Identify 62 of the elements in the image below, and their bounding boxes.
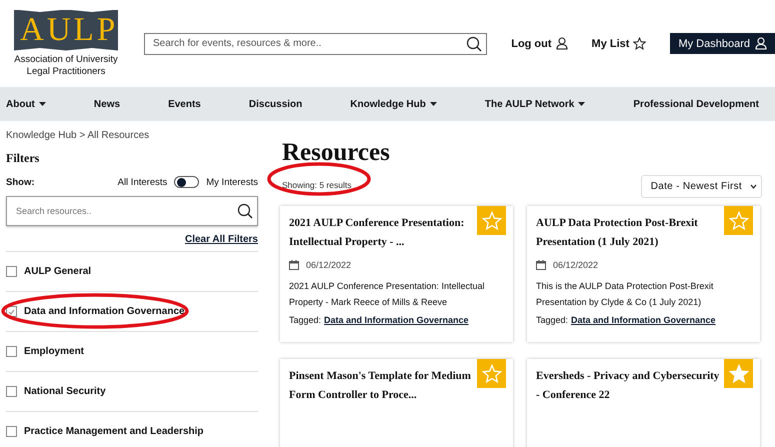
checkbox[interactable]: [6, 306, 17, 317]
card-summary: This is the AULP Data Protection Post-Brexit Presentation by Clyde & Co (1 July 2021): [536, 280, 714, 309]
favorite-button[interactable]: [724, 359, 753, 388]
card-title[interactable]: AULP Data Protection Post-Brexit Presentation (1 July 2021): [536, 214, 721, 252]
filter-label: Practice Management and Leadership: [24, 426, 204, 437]
card-title[interactable]: Pinsent Mason's Template for Medium Form Controller to Proce...: [289, 367, 474, 405]
tag-link[interactable]: Data and Information Governance: [324, 315, 469, 325]
star-icon: [633, 37, 646, 50]
search-field[interactable]: Search for events, resources & more..: [144, 32, 488, 54]
my-list-link[interactable]: My List: [592, 37, 646, 50]
results-count: Showing: 5 results: [282, 180, 352, 190]
search-icon: [237, 203, 253, 219]
card-title[interactable]: 2021 AULP Conference Presentation: Intellectual Property - ...: [289, 214, 474, 252]
favorite-button[interactable]: [477, 206, 506, 235]
card-date: 06/12/2022: [306, 260, 352, 270]
search-icon: [466, 36, 482, 52]
breadcrumb: Knowledge Hub > All Resources: [6, 130, 150, 141]
toggle-switch[interactable]: [174, 176, 200, 188]
card-date: 06/12/2022: [553, 260, 598, 270]
toggle-label: My Interests: [206, 176, 258, 188]
caret-icon: [578, 102, 586, 106]
show-label: Show:: [6, 176, 36, 188]
user-icon: [755, 37, 767, 50]
calendar-icon: [289, 260, 299, 270]
toggle-label: All Interests: [118, 176, 168, 188]
tagged-label: Tagged:: [536, 315, 568, 325]
nav-item[interactable]: Events: [168, 98, 201, 110]
favorite-button[interactable]: [724, 206, 753, 235]
filters-heading: Filters: [6, 151, 40, 166]
check-icon: [8, 308, 15, 314]
favorite-button[interactable]: [477, 359, 506, 388]
nav-item[interactable]: Discussion: [248, 98, 302, 110]
filter-label: AULP General: [24, 266, 92, 277]
checkbox[interactable]: [6, 386, 17, 397]
user-icon: [556, 37, 568, 50]
checkbox[interactable]: [6, 426, 17, 437]
card-title[interactable]: Eversheds - Privacy and Cybersecurity - Conference 22: [536, 367, 721, 405]
checkbox[interactable]: [6, 266, 17, 277]
card-summary: 2021 AULP Conference Presentation: Intellectual Property - Mark Reece of Mills & Reeve: [289, 280, 486, 309]
page-heading: Resources: [282, 139, 391, 167]
nav-item[interactable]: The AULP Network: [484, 98, 586, 110]
filter-label: Data and Information Governance: [24, 306, 185, 317]
nav-item[interactable]: News: [94, 98, 120, 110]
logout-link[interactable]: Log out: [511, 37, 568, 50]
checkbox[interactable]: [6, 346, 17, 357]
caret-icon: [38, 102, 46, 106]
calendar-icon: [536, 260, 546, 270]
filter-label: Employment: [24, 346, 84, 357]
dashboard-button[interactable]: My Dashboard: [670, 33, 775, 54]
logo[interactable]: AULP: [14, 10, 118, 50]
chevron-icon: [750, 184, 757, 189]
logo-caption: Association of University Legal Practitioners: [13, 54, 119, 78]
filter-label: National Security: [24, 386, 106, 397]
search-field[interactable]: Search resources..: [6, 196, 258, 226]
tagged-label: Tagged:: [289, 315, 322, 325]
tag-link[interactable]: Data and Information Governance: [571, 315, 716, 325]
sort-dropdown[interactable]: Date - Newest First: [640, 175, 762, 198]
nav-item[interactable]: Professional Development: [633, 98, 759, 110]
nav-item[interactable]: About: [6, 98, 46, 110]
caret-icon: [430, 102, 437, 106]
nav-item[interactable]: Knowledge Hub: [350, 98, 437, 110]
clear-filters-link[interactable]: Clear All Filters: [6, 234, 258, 245]
